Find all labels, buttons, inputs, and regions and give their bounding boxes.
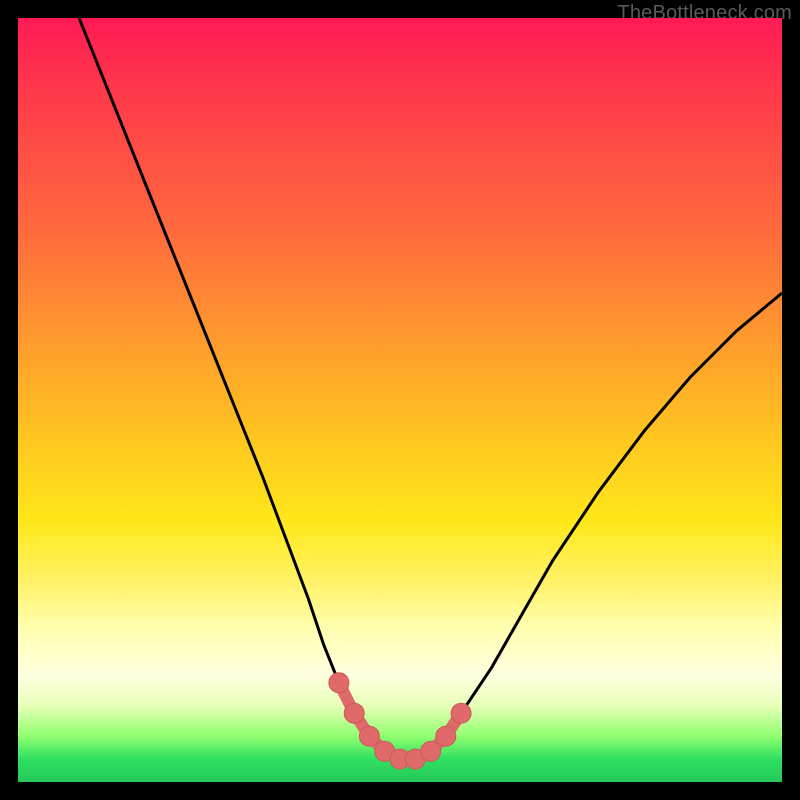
marker-dot bbox=[344, 703, 364, 723]
bottleneck-curve bbox=[79, 18, 782, 759]
marker-dot bbox=[329, 673, 349, 693]
curve-svg bbox=[18, 18, 782, 782]
plot-area bbox=[18, 18, 782, 782]
marker-dot bbox=[421, 741, 441, 761]
bottom-marker-group bbox=[329, 673, 471, 769]
marker-dot bbox=[451, 703, 471, 723]
chart-frame: TheBottleneck.com bbox=[0, 0, 800, 800]
marker-dot bbox=[359, 726, 379, 746]
marker-dot bbox=[436, 726, 456, 746]
